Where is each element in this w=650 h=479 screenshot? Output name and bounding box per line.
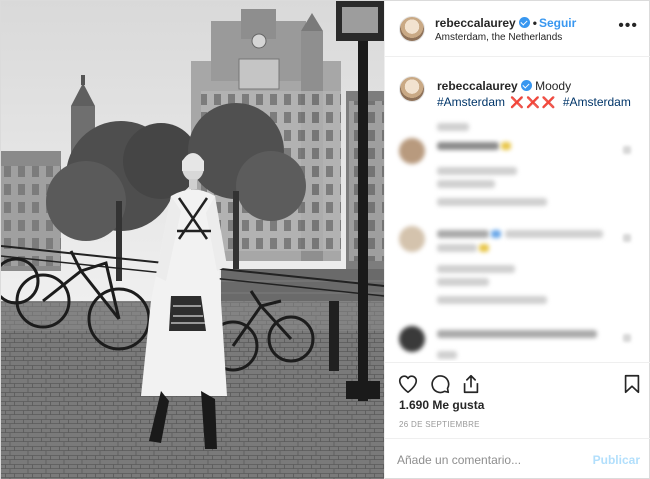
- caption-text: Moody: [535, 79, 572, 93]
- blurred-comment-text: [437, 142, 499, 150]
- blurred-emoji: [501, 142, 511, 150]
- caption-avatar[interactable]: [399, 76, 425, 102]
- cross-emoji-icon: ❌❌❌: [510, 97, 558, 109]
- comment-like-icon[interactable]: [623, 334, 631, 342]
- caption-hashtag-1[interactable]: #Amsterdam: [437, 95, 505, 109]
- post-header: rebeccalaurey • Seguir Amsterdam, the Neth…: [385, 1, 650, 57]
- verified-badge-icon: [518, 17, 530, 28]
- add-comment-bar: Publicar: [385, 438, 650, 479]
- caption-username[interactable]: rebeccalaurey: [437, 79, 518, 93]
- blurred-comment-meta: [437, 351, 457, 359]
- caption-verified-badge-icon: [520, 80, 532, 91]
- blurred-comment-text: [437, 230, 489, 238]
- follow-button[interactable]: Seguir: [539, 16, 576, 30]
- blurred-comment-date: [437, 123, 469, 131]
- author-username[interactable]: rebeccalaurey: [435, 16, 516, 30]
- publish-comment-button[interactable]: Publicar: [593, 453, 640, 467]
- blurred-emoji: [491, 230, 501, 238]
- post-side-panel: rebeccalaurey • Seguir Amsterdam, the Neth…: [384, 1, 650, 479]
- blurred-comment-text: [437, 330, 597, 338]
- caption-hashtag-2[interactable]: #Amsterdam: [563, 95, 631, 109]
- comment-icon[interactable]: [429, 373, 451, 395]
- blurred-replies-link: [437, 296, 547, 304]
- blurred-comment-meta: [437, 278, 489, 286]
- instagram-post: rebeccalaurey • Seguir Amsterdam, the Neth…: [0, 0, 650, 479]
- post-location[interactable]: Amsterdam, the Netherlands: [435, 32, 562, 43]
- comment-input[interactable]: [397, 449, 587, 471]
- blurred-comment-text: [505, 230, 603, 238]
- post-actions-bar: [385, 362, 650, 402]
- blurred-commenter-avatar: [399, 226, 425, 252]
- blurred-comment-meta: [437, 265, 515, 273]
- author-username-row: rebeccalaurey • Seguir: [435, 16, 576, 30]
- author-avatar[interactable]: [399, 16, 425, 42]
- comment-like-icon[interactable]: [623, 234, 631, 242]
- blurred-comment-text: [437, 244, 477, 252]
- bookmark-icon[interactable]: [621, 373, 643, 395]
- likes-count[interactable]: 1.690 Me gusta: [399, 398, 484, 412]
- blurred-comment-meta: [437, 180, 495, 188]
- heart-icon[interactable]: [397, 373, 419, 395]
- comments-section: rebeccalaurey Moody #Amsterdam ❌❌❌ #Amst…: [385, 58, 650, 361]
- post-date: 26 DE SEPTIEMBRE: [399, 420, 480, 429]
- blurred-commenter-avatar: [399, 326, 425, 352]
- blurred-replies-link: [437, 198, 547, 206]
- blurred-emoji: [479, 244, 489, 252]
- comment-like-icon[interactable]: [623, 146, 631, 154]
- post-photo[interactable]: [1, 1, 384, 479]
- blurred-comment-meta: [437, 167, 517, 175]
- more-options-icon[interactable]: •••: [618, 18, 638, 34]
- blurred-commenter-avatar: [399, 138, 425, 164]
- photo-illustration: [1, 1, 384, 479]
- share-icon[interactable]: [460, 373, 482, 395]
- separator-dot: •: [532, 16, 537, 30]
- post-caption: rebeccalaurey Moody #Amsterdam ❌❌❌ #Amst…: [437, 78, 637, 111]
